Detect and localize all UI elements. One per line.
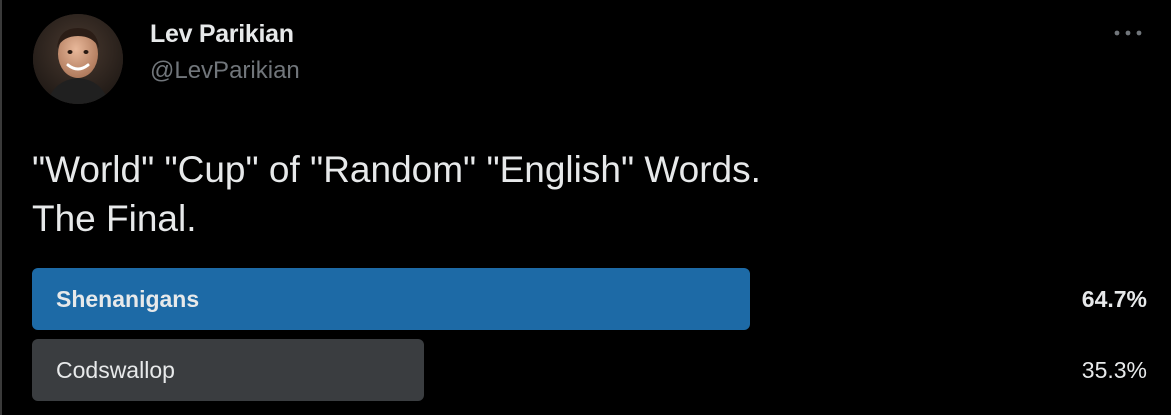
author-handle[interactable]: @LevParikian (150, 57, 300, 85)
author-name[interactable]: Lev Parikian (150, 20, 294, 49)
avatar-portrait-icon (33, 14, 123, 104)
more-horizontal-icon (1114, 30, 1142, 36)
poll-option-percent: 64.7% (1081, 286, 1147, 312)
poll-option-shenanigans[interactable]: Shenanigans 64.7% (32, 268, 1147, 330)
poll-option-label: Shenanigans (56, 286, 200, 312)
tweet-text: "World" "Cup" of "Random" "English" Word… (32, 145, 1142, 243)
avatar[interactable] (33, 14, 123, 104)
more-options-button[interactable] (1106, 18, 1150, 48)
poll-option-label: Codswallop (56, 357, 175, 383)
poll-option-percent: 35.3% (1081, 357, 1147, 383)
tweet-card: Lev Parikian @LevParikian "World" "Cup" … (0, 0, 1171, 415)
tweet-text-line: "World" "Cup" of "Random" "English" Word… (32, 149, 761, 190)
poll-option-codswallop[interactable]: Codswallop 35.3% (32, 339, 1147, 401)
tweet-text-line: The Final. (32, 198, 197, 239)
